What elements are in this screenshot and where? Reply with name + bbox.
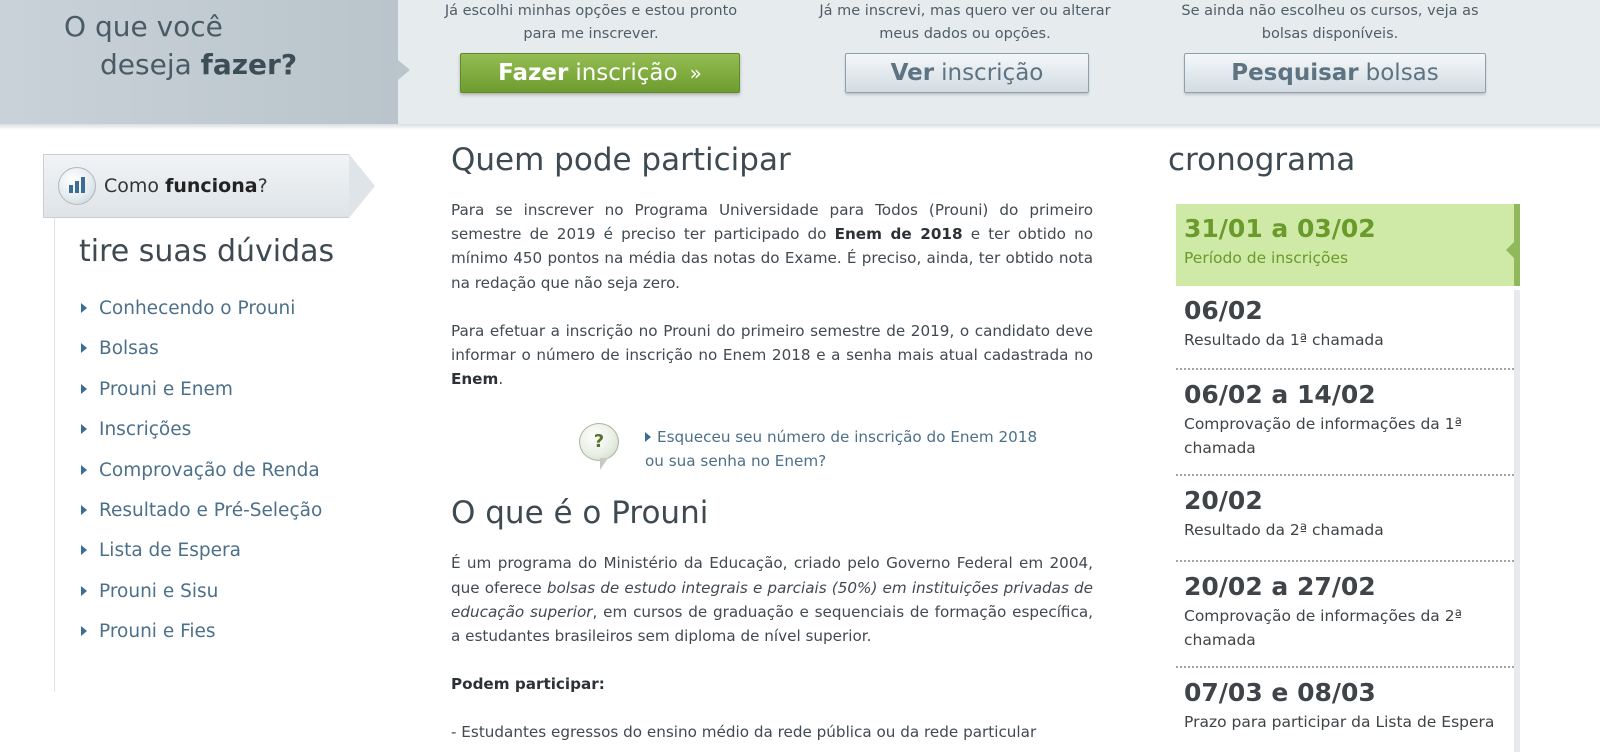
triangle-right-icon [81,585,87,596]
paragraph-egressos: - Estudantes egressos do ensino médio da… [451,723,1037,742]
triangle-right-icon [81,343,87,354]
forgot-credentials-box: ? Esqueceu seu número de inscrição do En… [579,423,1079,473]
faq-item-bolsas[interactable]: Bolsas [81,338,322,378]
main-content: Quem pode participar Para se inscrever n… [451,142,1093,745]
cronograma-date: 20/02 a 27/02 [1184,572,1376,601]
section-title-o-que-e: O que é o Prouni [451,495,709,532]
triangle-right-icon [81,464,87,475]
paragraph-inscricao: Para efetuar a inscrição no Prouni do pr… [451,321,1093,389]
cronograma-date: 20/02 [1184,486,1263,515]
fazer-inscricao-button[interactable]: Fazer inscrição» [460,53,740,93]
paragraph-o-que-e: É um programa do Ministério da Educação,… [451,554,1093,646]
faq-item-resultado[interactable]: Resultado e Pré-Seleção [81,500,322,540]
cronograma-desc: Comprovação de informações da 2ª chamada [1184,607,1462,649]
faq-item-comprovacao-renda[interactable]: Comprovação de Renda [81,460,322,500]
pesquisar-bolsas-button[interactable]: Pesquisar bolsas [1184,53,1486,93]
cronograma-list: 31/01 a 03/02 Período de inscrições 06/0… [1176,204,1520,748]
triangle-right-icon [81,545,87,556]
sidebar-title: tire suas dúvidas [79,234,335,269]
cronograma-date: 06/02 a 14/02 [1184,380,1376,409]
triangle-right-icon [81,383,87,394]
top-banner: O que você deseja fazer? Já escolhi minh… [0,0,1600,130]
faq-item-lista-espera[interactable]: Lista de Espera [81,540,322,580]
paragraph-podem-participar: Podem participar: [451,675,605,694]
action-fazer-inscricao: Já escolhi minhas opções e estou pronto … [426,0,756,46]
cronograma-item: 06/02 a 14/02 Comprovação de informações… [1176,370,1514,476]
ver-inscricao-button[interactable]: Ver inscrição [845,53,1089,93]
action-pesquisar-bolsas: Se ainda não escolheu os cursos, veja as… [1160,0,1500,46]
cronograma-item: 06/02 Resultado da 1ª chamada [1176,286,1514,370]
prompt-line-1: O que você [64,10,223,43]
triangle-right-icon [81,303,87,313]
cronograma-date: 06/02 [1184,296,1263,325]
faq-item-prouni-fies[interactable]: Prouni e Fies [81,621,322,661]
cronograma-date: 07/03 e 08/03 [1184,678,1376,707]
cronograma-item: 07/03 e 08/03 Prazo para participar da L… [1176,668,1514,748]
cronograma-desc: Prazo para participar da Lista de Espera [1184,713,1495,731]
como-funciona-tab[interactable]: Como funciona? [43,154,375,218]
faq-list: Conhecendo o Prouni Bolsas Prouni e Enem… [81,298,322,662]
prompt-panel: O que você deseja fazer? [0,0,410,124]
cronograma-desc: Comprovação de informações da 1ª chamada [1184,415,1462,457]
triangle-right-icon [81,504,87,515]
cronograma-item-active: 31/01 a 03/02 Período de inscrições [1176,204,1520,286]
paragraph-requisitos: Para se inscrever no Programa Universida… [451,201,1093,292]
cronograma-title: cronograma [1168,142,1356,178]
cronograma-item: 20/02 Resultado da 2ª chamada [1176,476,1514,562]
triangle-right-icon [81,424,87,435]
action-description: Já me inscrevi, mas quero ver ou alterar… [819,3,1111,42]
cronograma-desc: Resultado da 1ª chamada [1184,331,1384,349]
triangle-right-icon [645,432,651,442]
section-title-quem-pode: Quem pode participar [451,142,791,178]
action-description: Se ainda não escolheu os cursos, veja as… [1181,3,1479,42]
question-bubble-icon: ? [579,423,619,470]
faq-sidebar: Como funciona? tire suas dúvidas Conhece… [43,154,395,692]
faq-item-inscricoes[interactable]: Inscrições [81,419,322,459]
faq-item-prouni-enem[interactable]: Prouni e Enem [81,379,322,419]
bar-chart-icon [58,167,96,205]
action-ver-inscricao: Já me inscrevi, mas quero ver ou alterar… [792,0,1138,46]
cronograma-date: 31/01 a 03/02 [1184,214,1376,243]
cronograma-desc: Resultado da 2ª chamada [1184,521,1384,539]
cronograma-desc: Período de inscrições [1184,249,1349,267]
action-description: Já escolhi minhas opções e estou pronto … [444,3,738,42]
como-funciona-label: Como funciona? [104,175,268,197]
triangle-right-icon [81,626,87,637]
prompt-line-2: deseja fazer? [100,48,298,81]
faq-item-conhecendo[interactable]: Conhecendo o Prouni [81,298,322,338]
cronograma-item: 20/02 a 27/02 Comprovação de informações… [1176,562,1514,668]
forgot-credentials-link[interactable]: Esqueceu seu número de inscrição do Enem… [645,425,1085,473]
double-chevron-right-icon: » [689,61,702,85]
faq-item-prouni-sisu[interactable]: Prouni e Sisu [81,581,322,621]
